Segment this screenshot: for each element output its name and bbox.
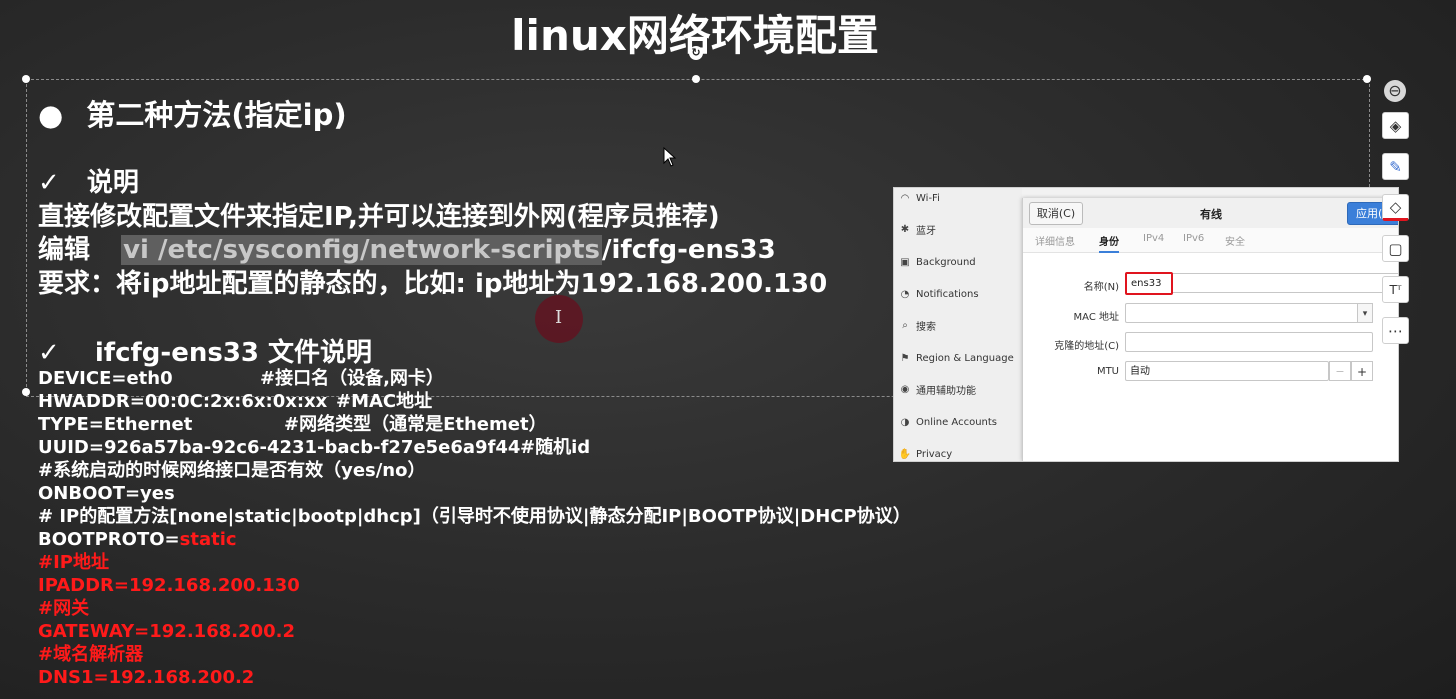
tab-ipv4[interactable]: IPv4	[1143, 233, 1164, 244]
text-cursor-icon: I	[555, 307, 563, 328]
path-suffix: /ifcfg-ens33	[602, 235, 776, 265]
rotate-icon: ↻	[691, 46, 701, 59]
path-highlight: vi /etc/sysconfig/network-scripts	[121, 235, 603, 265]
section2-heading-text: ifcfg-ens33 文件说明	[94, 338, 373, 368]
mtu-label: MTU	[1096, 366, 1119, 377]
check-icon: ✓	[38, 168, 60, 198]
pen-icon[interactable]: ✎	[1382, 153, 1409, 180]
sidebar-item-wifi[interactable]: ◠ Wi-Fi	[894, 188, 1022, 211]
section1-heading: ✓ 说明	[38, 162, 139, 199]
tab-details[interactable]: 详细信息	[1035, 233, 1075, 248]
section1-heading-text: 说明	[86, 168, 139, 198]
chevron-down-icon: ▾	[1362, 309, 1368, 319]
cloned-mac-label: 克隆的地址(C)	[1054, 341, 1119, 352]
wired-connection-dialog: 取消(C) 有线 应用( 详细信息 身份 IPv4 IPv6 安全 名称(N) …	[1022, 198, 1398, 461]
more-icon[interactable]: ⋯	[1382, 317, 1409, 344]
fill-icon[interactable]: ◇	[1382, 194, 1409, 221]
sidebar-item-bluetooth[interactable]: ✱ 蓝牙	[894, 216, 1022, 242]
dialog-tabs: 详细信息 身份 IPv4 IPv6 安全	[1023, 228, 1398, 253]
edit-label: 编辑	[38, 235, 91, 265]
hand-icon: ✋	[898, 448, 912, 460]
mtu-increment-button[interactable]: +	[1351, 361, 1373, 381]
dialog-header: 取消(C) 有线 应用(	[1023, 198, 1398, 229]
config-line: UUID=926a57ba-92c6-4231-bacb-f27e5e6a9f4…	[38, 437, 591, 458]
config-line: #系统启动的时候网络接口是否有效（yes/no）	[38, 460, 426, 481]
sidebar-item-search[interactable]: ⌕ 搜索	[894, 312, 1022, 338]
mac-label: MAC 地址	[1073, 312, 1119, 323]
name-label: 名称(N)	[1083, 282, 1119, 293]
section1-line3: 要求：将ip地址配置的静态的，比如: ip地址为192.168.200.130	[38, 269, 828, 299]
config-line-red: DNS1=192.168.200.2	[38, 667, 255, 688]
settings-sidebar: ◠ Wi-Fi ✱ 蓝牙 ▣ Background ◔ Notifications ⌕ 搜…	[894, 188, 1022, 461]
tab-security[interactable]: 安全	[1225, 233, 1245, 248]
config-line: BOOTPROTO=static	[38, 529, 237, 550]
check-icon: ✓	[38, 338, 60, 368]
config-line-red: IPADDR=192.168.200.130	[38, 575, 300, 596]
frame-icon[interactable]: ▢	[1382, 235, 1409, 262]
config-line-red: #网关	[38, 598, 90, 619]
cloned-mac-field[interactable]	[1125, 332, 1373, 352]
config-line-red: #域名解析器	[38, 644, 144, 665]
config-lines: DEVICE=eth0 #接口名（设备,网卡） HWADDR=00:0C:2x:6…	[38, 367, 1038, 689]
resize-handle-left[interactable]	[22, 388, 30, 396]
tab-identity[interactable]: 身份	[1099, 233, 1119, 253]
mac-dropdown-button[interactable]: ▾	[1357, 303, 1373, 323]
config-line: DEVICE=eth0 #接口名（设备,网卡）	[38, 368, 444, 389]
config-line: TYPE=Ethernet #网络类型（通常是Ethemet）	[38, 414, 547, 435]
network-settings-screenshot[interactable]: ◠ Wi-Fi ✱ 蓝牙 ▣ Background ◔ Notifications ⌕ 搜…	[893, 187, 1399, 462]
resize-handle-top-left[interactable]	[22, 75, 30, 83]
dialog-title: 有线	[1200, 208, 1222, 221]
search-icon: ⌕	[902, 319, 908, 331]
sidebar-item-accessibility[interactable]: ◉ 通用辅助功能	[894, 376, 1022, 402]
bullet-heading: ● 第二种方法(指定ip)	[38, 92, 347, 134]
config-line-red: GATEWAY=192.168.200.2	[38, 621, 296, 642]
resize-handle-top-right[interactable]	[1363, 75, 1371, 83]
sidebar-item-background[interactable]: ▣ Background	[894, 249, 1022, 275]
bullet-dot-icon: ●	[38, 98, 64, 132]
mouse-pointer-icon	[663, 147, 677, 167]
config-line: ONBOOT=yes	[38, 483, 175, 504]
section2-heading: ✓ ifcfg-ens33 文件说明	[38, 332, 372, 369]
section1-line2: 编辑 vi /etc/sysconfig/network-scripts/ifc…	[38, 229, 776, 266]
sidebar-item-online-accounts[interactable]: ◑ Online Accounts	[894, 409, 1022, 435]
minus-circle-icon[interactable]: ⊖	[1384, 80, 1406, 102]
sidebar-item-region[interactable]: ⚑ Region & Language	[894, 345, 1022, 371]
text-box-icon[interactable]: Tᵀ	[1382, 276, 1409, 303]
resize-handle-top[interactable]	[692, 75, 700, 83]
mtu-field[interactable]: 自动	[1125, 361, 1329, 381]
tab-ipv6[interactable]: IPv6	[1183, 233, 1204, 244]
wifi-icon: ◠	[900, 192, 910, 204]
layers-icon[interactable]: ◈	[1382, 112, 1409, 139]
sidebar-item-notifications[interactable]: ◔ Notifications	[894, 281, 1022, 307]
name-field-highlight[interactable]: ens33	[1125, 272, 1173, 295]
bell-icon: ◔	[900, 288, 910, 300]
section1-line1: 直接修改配置文件来指定IP,并可以连接到外网(程序员推荐)	[38, 202, 720, 232]
flag-icon: ⚑	[900, 352, 910, 364]
accounts-icon: ◑	[900, 416, 910, 428]
rotate-handle[interactable]: ↻	[689, 46, 703, 60]
bullet-heading-text: 第二种方法(指定ip)	[86, 98, 347, 132]
sidebar-item-privacy[interactable]: ✋ Privacy	[894, 441, 1022, 461]
background-icon: ▣	[900, 256, 910, 268]
config-line-red: #IP地址	[38, 552, 109, 573]
config-line: HWADDR=00:0C:2x:6x:0x:xx #MAC地址	[38, 391, 433, 412]
accessibility-icon: ◉	[900, 383, 910, 395]
config-line: # IP的配置方法[none|static|bootp|dhcp]（引导时不使用…	[38, 506, 911, 527]
mac-field[interactable]	[1125, 303, 1371, 323]
mtu-decrement-button[interactable]: −	[1329, 361, 1351, 381]
bluetooth-icon: ✱	[900, 223, 910, 235]
